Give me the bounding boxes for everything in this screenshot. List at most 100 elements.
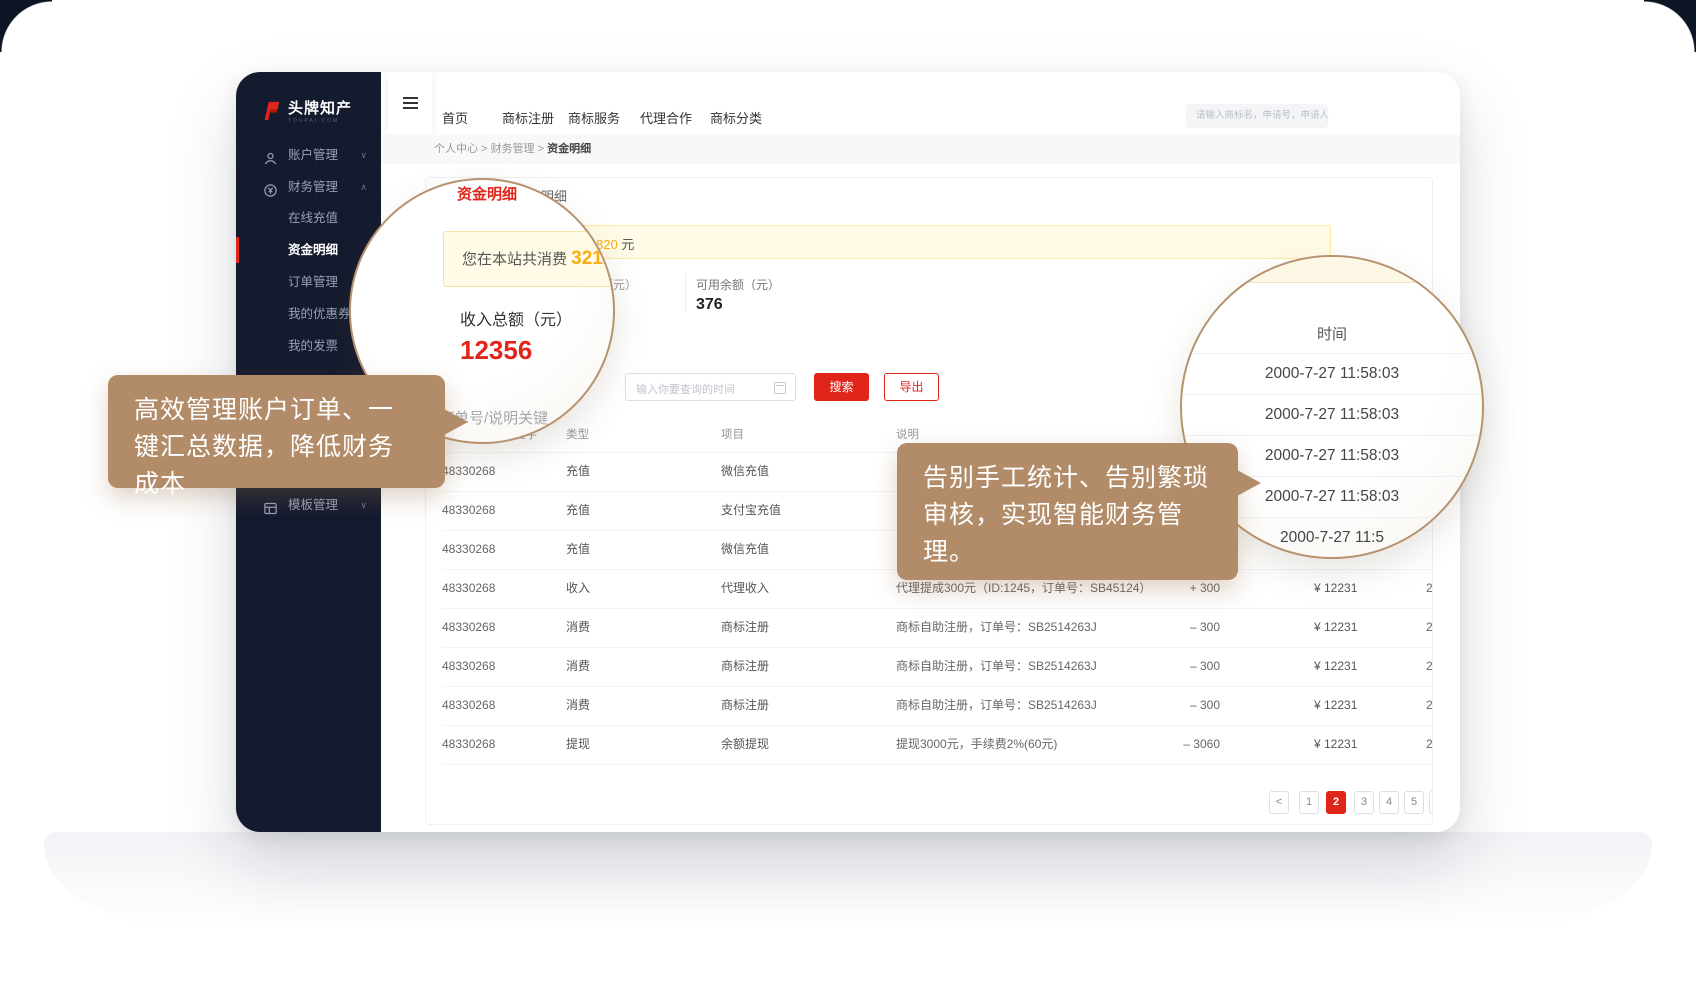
row-separator <box>1182 353 1482 354</box>
chevron-down-icon: ∨ <box>360 140 367 170</box>
template-icon <box>263 497 278 527</box>
cell-project: 商标注册 <box>721 647 769 686</box>
table-row[interactable]: 48330268 消费 商标注册 商标自助注册，订单号：SB2514263J –… <box>442 647 1432 687</box>
cell-project: 微信充值 <box>721 530 769 569</box>
table-row[interactable]: 48330268 提现 余额提现 提现3000元，手续费2%(60元) – 30… <box>442 725 1432 765</box>
sidebar-item-label: 模板管理 <box>288 490 338 520</box>
magnified-income-value: 12356 <box>460 335 532 366</box>
cell-order: 48330268 <box>442 647 495 686</box>
brand-subtitle: TOUPAI.COM <box>288 118 352 124</box>
magnified-time-header: 时间 <box>1182 323 1482 344</box>
cell-balance: ¥ 12231 <box>1314 608 1357 647</box>
cell-amount: – 300 <box>1128 686 1220 725</box>
breadcrumb-personal-center[interactable]: 个人中心 <box>434 143 478 155</box>
cell-time: 2000-7-27 11:58:03 <box>1426 608 1433 647</box>
date-placeholder: 输入你要查询的时间 <box>636 381 735 397</box>
cell-order: 48330268 <box>442 530 495 569</box>
magnified-notice-strip <box>1182 257 1482 283</box>
cell-type: 收入 <box>566 569 590 608</box>
cell-project: 余额提现 <box>721 725 769 764</box>
cell-order: 48330268 <box>442 608 495 647</box>
magnified-time-value: 2000-7-27 11:58:03 <box>1182 406 1482 424</box>
callout-right: 告别手工统计、告别繁琐审核，实现智能财务管理。 <box>897 443 1238 580</box>
nav-home[interactable]: 首页 <box>442 108 468 127</box>
cell-time: 2000-7-27 11:58:03 <box>1426 647 1433 686</box>
export-button[interactable]: 导出 <box>884 373 939 401</box>
cell-project: 代理收入 <box>721 569 769 608</box>
breadcrumb-finance[interactable]: 财务管理 <box>491 143 535 155</box>
cell-description: 商标自助注册，订单号：SB2514263J <box>896 647 1097 686</box>
pagination-page-4[interactable]: 4 <box>1379 791 1399 814</box>
cell-balance: ¥ 12231 <box>1314 686 1357 725</box>
cell-description: 提现3000元，手续费2%(60元) <box>896 725 1057 764</box>
nav-agency-cooperation[interactable]: 代理合作 <box>640 108 692 127</box>
nav-trademark-category[interactable]: 商标分类 <box>710 108 762 127</box>
cell-amount: – 3060 <box>1128 725 1220 764</box>
callout-arrow-icon <box>444 409 468 435</box>
sidebar-item-label: 订单管理 <box>288 267 338 297</box>
callout-arrow-icon <box>1237 470 1261 496</box>
sidebar-item-label: 在线充值 <box>288 203 338 233</box>
sort-chevron-icon[interactable]: ∨ <box>724 419 730 452</box>
cell-description: 商标自助注册，订单号：SB2514263J <box>896 686 1097 725</box>
cell-amount: – 300 <box>1128 647 1220 686</box>
stat-available-balance-value: 376 <box>696 296 723 314</box>
stat-available-balance-label: 可用余额（元） <box>696 276 780 293</box>
sidebar-item-finance[interactable]: 财务管理 ∧ <box>236 172 381 202</box>
magnified-time-value: 2000-7-27 11:58:03 <box>1182 365 1482 383</box>
notice-unit: 元 <box>618 237 635 252</box>
laptop-base <box>44 832 1652 932</box>
table-row[interactable]: 48330268 消费 商标注册 商标自助注册，订单号：SB2514263J –… <box>442 608 1432 648</box>
cell-order: 48330268 <box>442 725 495 764</box>
breadcrumb-current: 资金明细 <box>547 143 591 155</box>
pagination-page-2-active[interactable]: 2 <box>1326 791 1346 814</box>
breadcrumb-bar: 个人中心 > 财务管理 > 资金明细 <box>381 134 1460 164</box>
sort-chevron-icon[interactable]: ∨ <box>569 419 575 452</box>
cell-type: 提现 <box>566 725 590 764</box>
pagination-prev-button[interactable]: < <box>1269 791 1289 814</box>
cell-order: 48330268 <box>442 491 495 530</box>
search-button[interactable]: 搜索 <box>814 373 869 401</box>
cell-balance: ¥ 12231 <box>1314 647 1357 686</box>
stat-divider <box>685 274 686 312</box>
cell-project: 微信充值 <box>721 452 769 491</box>
cell-balance: ¥ 12231 <box>1314 725 1357 764</box>
magnified-income-label: 收入总额（元） <box>460 306 572 330</box>
table-row[interactable]: 48330268 消费 商标注册 商标自助注册，订单号：SB2514263J –… <box>442 686 1432 726</box>
cell-order: 48330268 <box>442 569 495 608</box>
search-input[interactable]: 请输入商标名，申请号，申请人 <box>1186 104 1328 128</box>
cell-description: 商标自助注册，订单号：SB2514263J <box>896 608 1097 647</box>
cell-type: 充值 <box>566 491 590 530</box>
cell-project: 支付宝充值 <box>721 491 781 530</box>
cell-type: 消费 <box>566 608 590 647</box>
topbar: 首页 商标注册 商标服务 代理合作 商标分类 请输入商标名，申请号，申请人 <box>381 72 1460 135</box>
magnified-tab-title: 资金明细 <box>457 183 517 204</box>
sidebar-item-template-management[interactable]: 模板管理 ∨ <box>236 490 381 520</box>
cell-balance: ¥ 12231 <box>1314 569 1357 608</box>
pagination-page-5[interactable]: 5 <box>1404 791 1424 814</box>
logo[interactable]: 头牌知产 TOUPAI.COM <box>260 100 352 124</box>
nav-trademark-service[interactable]: 商标服务 <box>568 108 620 127</box>
row-separator <box>1182 435 1482 436</box>
cell-type: 消费 <box>566 686 590 725</box>
cell-order: 48330268 <box>442 452 495 491</box>
brand-name: 头牌知产 <box>288 100 352 118</box>
breadcrumb: 个人中心 > 财务管理 > 资金明细 <box>434 134 591 164</box>
pagination-page-partial[interactable] <box>1429 791 1433 814</box>
breadcrumb-separator: > <box>481 143 487 155</box>
sidebar-item-online-recharge[interactable]: 在线充值 <box>236 203 381 233</box>
pagination-page-3[interactable]: 3 <box>1354 791 1374 814</box>
sidebar-item-account[interactable]: 账户管理 ∨ <box>236 140 381 170</box>
row-separator <box>1182 394 1482 395</box>
date-query-input[interactable]: 输入你要查询的时间 <box>625 373 796 401</box>
nav-trademark-register[interactable]: 商标注册 <box>502 108 554 127</box>
magnified-notice-bar: 您在本站共消费 32124 大 <box>443 231 615 287</box>
pagination-page-1[interactable]: 1 <box>1299 791 1319 814</box>
cell-project: 商标注册 <box>721 686 769 725</box>
hamburger-menu-icon[interactable] <box>388 72 432 134</box>
brand-logo-icon <box>260 100 282 122</box>
page-corner-decoration <box>0 0 52 52</box>
page: 头牌知产 TOUPAI.COM 账户管理 ∨ 财务管理 ∧ 在线充值 <box>0 0 1696 1002</box>
sidebar-item-label: 资金明细 <box>288 235 338 265</box>
sidebar-item-label: 账户管理 <box>288 140 338 170</box>
